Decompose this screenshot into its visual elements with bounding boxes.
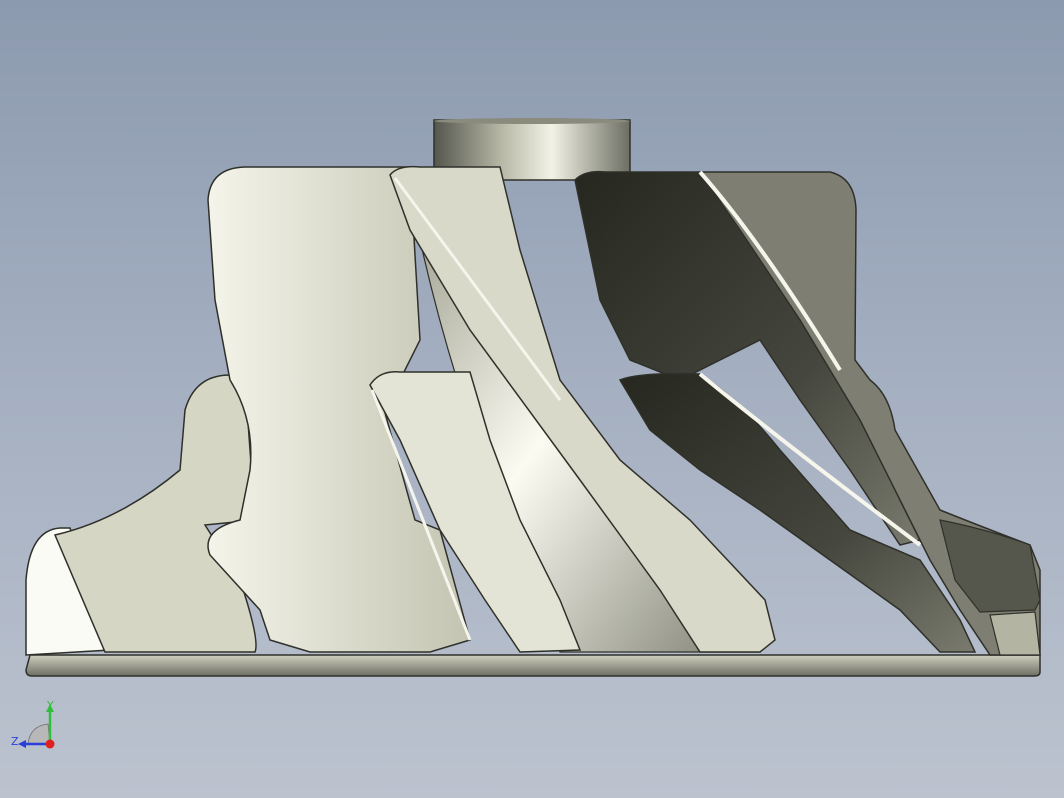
z-axis-label: Z <box>11 735 19 748</box>
compressor-impeller-icon[interactable] <box>0 0 1064 798</box>
graphics-viewport[interactable]: Y Z <box>0 0 1064 798</box>
axis-triad: Y Z <box>8 696 68 756</box>
y-axis-label: Y <box>47 699 54 712</box>
base-disk <box>25 654 1041 677</box>
